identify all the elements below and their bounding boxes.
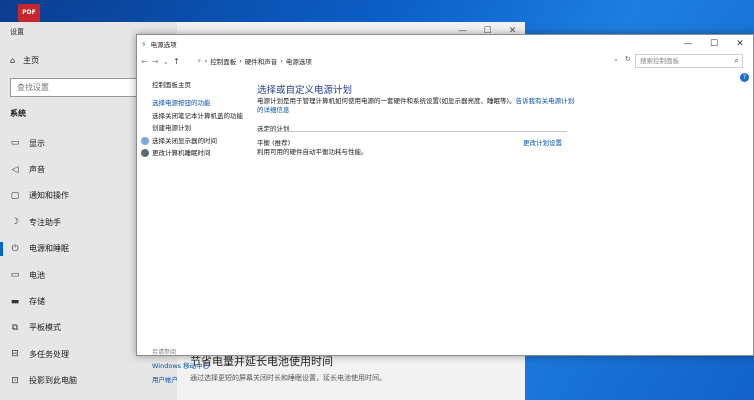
project-icon: ⊡ <box>11 375 19 386</box>
address-dropdown-icon[interactable]: ⌄ <box>613 55 619 63</box>
home-icon: ⌂ <box>10 56 16 65</box>
section-heading: 系统 <box>10 109 26 118</box>
minimize-icon[interactable]: — <box>675 35 701 53</box>
sidebar-link-create-plan[interactable]: 创建电源计划 <box>152 124 247 133</box>
cp-window-title: 电源选项 <box>150 41 177 49</box>
help-icon[interactable]: ? <box>740 73 749 82</box>
cp-search-input[interactable]: 搜索控制面板 ⌕ <box>635 54 743 68</box>
sidebar-link-sleep-time[interactable]: 更改计算机睡眠时间 <box>141 149 247 158</box>
battery-icon: ▭ <box>10 270 20 281</box>
tablet-icon: ⧉ <box>11 322 19 333</box>
main-title: 选择或自定义电源计划 <box>257 85 353 96</box>
notification-icon: ▢ <box>10 190 20 201</box>
cp-search-placeholder: 搜索控制面板 <box>640 57 679 65</box>
storage-icon: ▬ <box>10 296 20 307</box>
power-icon: ⏻ <box>11 243 19 254</box>
monitor-icon <box>141 136 149 145</box>
forward-arrow-icon[interactable]: → <box>152 57 159 66</box>
power-options-window: ⚡ 电源选项 — ☐ ✕ ← → ⌄ ↑ ⚡ › 控制面板 › 硬件和声音 › … <box>136 34 754 384</box>
sidebar-link-power-button[interactable]: 选择电源按钮的功能 <box>152 99 247 108</box>
home-label: 主页 <box>23 56 40 65</box>
address-bar-row: ← → ⌄ ↑ ⚡ › 控制面板 › 硬件和声音 › 电源选项 ⌄ ↻ 搜索控制… <box>137 53 753 70</box>
breadcrumb-separator-icon: › <box>239 57 242 65</box>
close-icon[interactable]: ✕ <box>727 35 753 53</box>
nav-item-project[interactable]: ⊡ 投影到此电脑 <box>0 368 177 394</box>
see-also-user-accounts[interactable]: 用户帐户 <box>152 374 209 384</box>
cp-sidebar: 控制面板主页 选择电源按钮的功能 选择关闭笔记本计算机盖的功能 创建电源计划 选… <box>137 70 249 384</box>
breadcrumb-separator-icon: › <box>280 57 283 65</box>
breadcrumb-item[interactable]: 电源选项 <box>286 56 312 66</box>
display-icon: ▭ <box>10 138 20 149</box>
breadcrumb-separator-icon: › <box>204 57 208 65</box>
sleep-icon <box>141 149 149 157</box>
focus-assist-icon: ☽ <box>10 217 20 228</box>
recent-chevron-icon[interactable]: ⌄ <box>162 57 169 66</box>
breadcrumb-item[interactable]: 硬件和声音 <box>245 56 278 66</box>
divider <box>257 131 567 132</box>
maximize-icon[interactable]: ☐ <box>701 35 727 53</box>
cp-window-controls: — ☐ ✕ <box>675 35 753 53</box>
breadcrumb-item[interactable]: 控制面板 <box>210 56 236 66</box>
refresh-icon[interactable]: ↻ <box>625 55 631 63</box>
see-also-label: 另请参阅 <box>152 349 177 356</box>
sound-icon: ◁ <box>11 164 19 175</box>
cp-titlebar: ⚡ 电源选项 — ☐ ✕ <box>137 35 753 53</box>
see-also-mobility-center[interactable]: Windows 移动中心 <box>152 360 209 370</box>
back-arrow-icon[interactable]: ← <box>141 57 148 66</box>
cp-home-link[interactable]: 控制面板主页 <box>152 79 191 89</box>
settings-title: 设置 <box>10 28 24 36</box>
power-options-icon: ⚡ <box>141 39 147 49</box>
multitask-icon: ⊟ <box>11 349 19 360</box>
main-description: 电源计划是用于管理计算机如何使用电源的一套硬件和系统设置(如显示器亮度、睡眠等)… <box>257 97 575 114</box>
search-icon: ⌕ <box>734 56 739 65</box>
sidebar-link-lid-close[interactable]: 选择关闭笔记本计算机盖的功能 <box>152 112 247 121</box>
pdf-desktop-icon[interactable]: PDF <box>18 4 40 22</box>
plan-description: 利用可用的硬件自动平衡功耗与性能。 <box>257 148 368 156</box>
change-plan-settings-link[interactable]: 更改计划设置 <box>523 137 562 147</box>
home-link[interactable]: ⌂ 主页 <box>10 55 39 66</box>
up-arrow-icon[interactable]: ↑ <box>173 57 180 66</box>
address-bar[interactable]: ⚡ › 控制面板 › 硬件和声音 › 电源选项 <box>193 54 628 68</box>
battery-saving-desc: 通过选择更短的屏幕关闭时长和睡眠设置，延长电池使用时间。 <box>190 374 386 382</box>
control-panel-icon: ⚡ <box>197 57 202 65</box>
sidebar-link-display-off[interactable]: 选择关闭显示器的时间 <box>141 136 247 146</box>
